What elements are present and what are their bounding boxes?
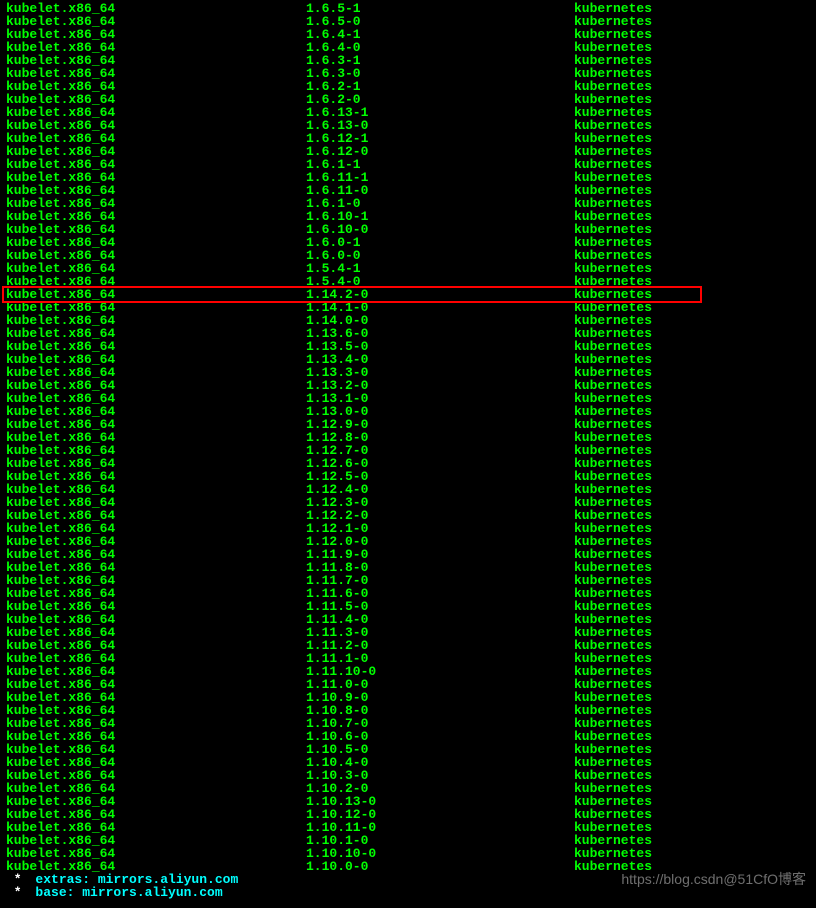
package-row: kubelet.x86_641.10.1-0kubernetes — [0, 834, 816, 847]
package-row: kubelet.x86_641.6.11-0kubernetes — [0, 184, 816, 197]
package-row: kubelet.x86_641.13.3-0kubernetes — [0, 366, 816, 379]
package-row: kubelet.x86_641.12.4-0kubernetes — [0, 483, 816, 496]
mirror-info-line: * base: mirrors.aliyun.com — [0, 886, 816, 899]
package-row: kubelet.x86_641.10.13-0kubernetes — [0, 795, 816, 808]
package-row: kubelet.x86_641.13.4-0kubernetes — [0, 353, 816, 366]
package-row: kubelet.x86_641.12.5-0kubernetes — [0, 470, 816, 483]
package-row: kubelet.x86_641.10.2-0kubernetes — [0, 782, 816, 795]
package-row: kubelet.x86_641.11.9-0kubernetes — [0, 548, 816, 561]
package-row: kubelet.x86_641.6.0-1kubernetes — [0, 236, 816, 249]
package-row: kubelet.x86_641.6.0-0kubernetes — [0, 249, 816, 262]
terminal-output[interactable]: kubelet.x86_641.6.5-1kuberneteskubelet.x… — [0, 0, 816, 899]
package-row: kubelet.x86_641.10.5-0kubernetes — [0, 743, 816, 756]
package-row: kubelet.x86_641.11.4-0kubernetes — [0, 613, 816, 626]
package-row: kubelet.x86_641.13.1-0kubernetes — [0, 392, 816, 405]
package-row: kubelet.x86_641.6.4-1kubernetes — [0, 28, 816, 41]
package-row: kubelet.x86_641.10.6-0kubernetes — [0, 730, 816, 743]
package-row: kubelet.x86_641.6.10-1kubernetes — [0, 210, 816, 223]
package-row: kubelet.x86_641.12.6-0kubernetes — [0, 457, 816, 470]
package-row: kubelet.x86_641.6.13-1kubernetes — [0, 106, 816, 119]
package-row: kubelet.x86_641.13.6-0kubernetes — [0, 327, 816, 340]
package-row: kubelet.x86_641.11.7-0kubernetes — [0, 574, 816, 587]
package-row: kubelet.x86_641.12.7-0kubernetes — [0, 444, 816, 457]
package-row: kubelet.x86_641.6.3-1kubernetes — [0, 54, 816, 67]
package-row: kubelet.x86_641.11.2-0kubernetes — [0, 639, 816, 652]
package-row: kubelet.x86_641.11.1-0kubernetes — [0, 652, 816, 665]
package-row: kubelet.x86_641.14.2-0kubernetes — [0, 288, 816, 301]
package-row: kubelet.x86_641.5.4-1kubernetes — [0, 262, 816, 275]
mirror-text: base: mirrors.aliyun.com — [28, 886, 223, 899]
package-row: kubelet.x86_641.6.12-1kubernetes — [0, 132, 816, 145]
package-row: kubelet.x86_641.12.2-0kubernetes — [0, 509, 816, 522]
package-row: kubelet.x86_641.6.5-0kubernetes — [0, 15, 816, 28]
package-row: kubelet.x86_641.13.0-0kubernetes — [0, 405, 816, 418]
package-row: kubelet.x86_641.6.1-0kubernetes — [0, 197, 816, 210]
package-row: kubelet.x86_641.12.8-0kubernetes — [0, 431, 816, 444]
package-row: kubelet.x86_641.5.4-0kubernetes — [0, 275, 816, 288]
package-row: kubelet.x86_641.10.11-0kubernetes — [0, 821, 816, 834]
package-row: kubelet.x86_641.13.5-0kubernetes — [0, 340, 816, 353]
package-row: kubelet.x86_641.6.4-0kubernetes — [0, 41, 816, 54]
package-row: kubelet.x86_641.12.1-0kubernetes — [0, 522, 816, 535]
package-row: kubelet.x86_641.10.3-0kubernetes — [0, 769, 816, 782]
package-row: kubelet.x86_641.11.6-0kubernetes — [0, 587, 816, 600]
package-row: kubelet.x86_641.6.11-1kubernetes — [0, 171, 816, 184]
package-row: kubelet.x86_641.6.2-0kubernetes — [0, 93, 816, 106]
package-row: kubelet.x86_641.6.10-0kubernetes — [0, 223, 816, 236]
package-row: kubelet.x86_641.13.2-0kubernetes — [0, 379, 816, 392]
package-row: kubelet.x86_641.11.3-0kubernetes — [0, 626, 816, 639]
package-row: kubelet.x86_641.14.0-0kubernetes — [0, 314, 816, 327]
package-row: kubelet.x86_641.6.12-0kubernetes — [0, 145, 816, 158]
package-row: kubelet.x86_641.10.7-0kubernetes — [0, 717, 816, 730]
package-row: kubelet.x86_641.12.3-0kubernetes — [0, 496, 816, 509]
package-row: kubelet.x86_641.10.12-0kubernetes — [0, 808, 816, 821]
package-row: kubelet.x86_641.6.2-1kubernetes — [0, 80, 816, 93]
package-row: kubelet.x86_641.6.1-1kubernetes — [0, 158, 816, 171]
package-row: kubelet.x86_641.6.3-0kubernetes — [0, 67, 816, 80]
star-bullet: * — [6, 886, 22, 899]
package-row: kubelet.x86_641.14.1-0kubernetes — [0, 301, 816, 314]
package-row: kubelet.x86_641.11.8-0kubernetes — [0, 561, 816, 574]
package-row: kubelet.x86_641.11.5-0kubernetes — [0, 600, 816, 613]
package-row: kubelet.x86_641.10.9-0kubernetes — [0, 691, 816, 704]
package-row: kubelet.x86_641.6.5-1kubernetes — [0, 2, 816, 15]
package-repo: kubernetes — [574, 860, 816, 873]
package-row: kubelet.x86_641.10.10-0kubernetes — [0, 847, 816, 860]
package-row: kubelet.x86_641.10.8-0kubernetes — [0, 704, 816, 717]
package-row: kubelet.x86_641.10.4-0kubernetes — [0, 756, 816, 769]
package-row: kubelet.x86_641.6.13-0kubernetes — [0, 119, 816, 132]
package-version: 1.10.0-0 — [306, 860, 574, 873]
package-row: kubelet.x86_641.11.0-0kubernetes — [0, 678, 816, 691]
package-row: kubelet.x86_641.11.10-0kubernetes — [0, 665, 816, 678]
package-row: kubelet.x86_641.12.0-0kubernetes — [0, 535, 816, 548]
package-row: kubelet.x86_641.12.9-0kubernetes — [0, 418, 816, 431]
